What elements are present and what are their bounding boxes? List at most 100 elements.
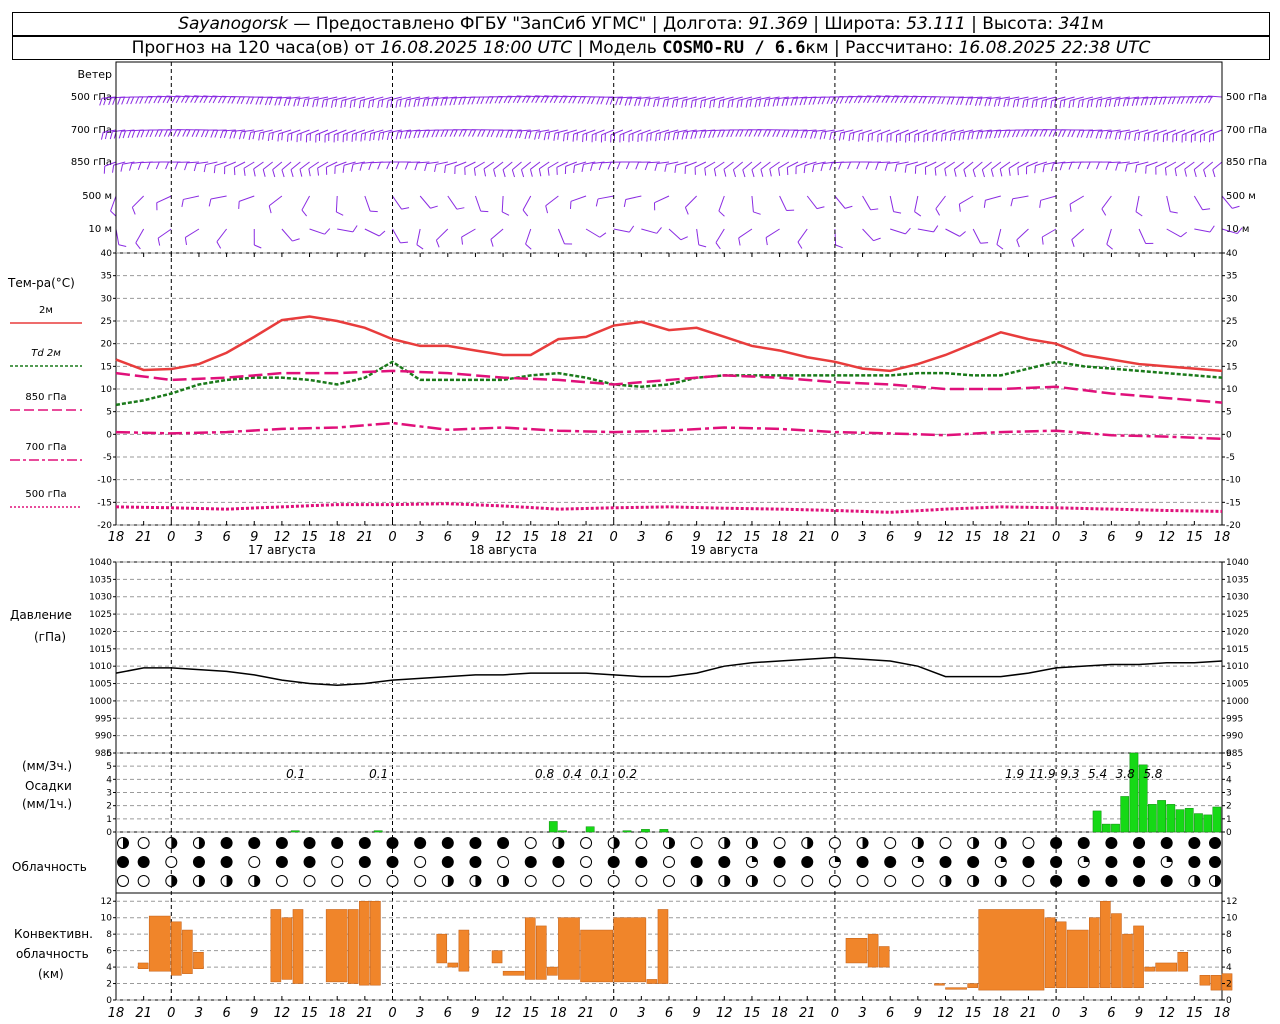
cloud-symbol — [773, 856, 786, 868]
cloud-symbol — [607, 837, 620, 849]
cloud-symbol-fill — [1166, 856, 1173, 862]
wind-barb-flag — [1128, 131, 1131, 140]
wind-barb-flag — [1167, 96, 1172, 105]
hour-label: 0 — [610, 530, 618, 545]
wind-barb-flag — [489, 96, 494, 104]
cloud-symbol-outline — [828, 875, 841, 887]
wind-barb — [1026, 161, 1038, 175]
wind-barb-flag — [1155, 166, 1157, 175]
wind-barb-flag — [399, 99, 402, 107]
wind-barb-flag — [1203, 169, 1207, 178]
wind-barb — [483, 161, 495, 177]
temp-tick-right: -5 — [1226, 453, 1235, 463]
cloud-symbol — [967, 875, 980, 887]
wind-barb-flag — [666, 98, 669, 107]
convective-bar — [945, 987, 967, 990]
wind-barb-flag — [1016, 99, 1020, 107]
hour-label: 21 — [135, 530, 152, 545]
precip-3h-label: 1.9 — [1005, 767, 1024, 781]
wind-barb-flag — [129, 163, 133, 171]
wind-barb-shaft — [490, 228, 504, 240]
wind-barb-flag — [599, 232, 607, 238]
wind-barb-flag — [158, 129, 163, 137]
wind-barb-shaft — [914, 195, 919, 212]
wind-barb-flag — [422, 99, 426, 107]
wind-barb-flag — [607, 162, 612, 170]
hour-label: 21 — [578, 1006, 595, 1021]
wind-barb-flag — [914, 166, 917, 174]
wind-barb — [760, 161, 771, 177]
wind-barb-flag — [1077, 161, 1082, 170]
wind-barb-shaft — [1012, 195, 1029, 200]
wind-barb-flag — [1076, 130, 1081, 138]
wind-barb-flag — [646, 134, 648, 142]
precip-3h-label: 0.8 — [535, 767, 554, 781]
wind-barb-flag — [1095, 99, 1099, 108]
wind-barb-flag — [751, 169, 755, 178]
wind-barb-flag — [766, 129, 772, 137]
wind-barb-flag — [1115, 163, 1119, 171]
wind-barb-flag — [417, 130, 421, 138]
cloud-symbol — [137, 875, 150, 887]
wind-barb-flag — [847, 161, 852, 170]
pressure-tick-right: 1035 — [1226, 575, 1249, 585]
cloud-symbol-outline — [939, 837, 952, 849]
wind-barb — [623, 195, 642, 208]
wind-barb — [935, 195, 946, 216]
pressure-tick-right: 995 — [1226, 714, 1243, 724]
wind-barb-flag — [1041, 236, 1044, 245]
cloud-symbol — [524, 837, 537, 849]
wind-barb-shaft — [985, 195, 1001, 201]
wind-barb-flag — [381, 99, 384, 108]
cloud-symbol-fill — [558, 837, 564, 849]
temp-tick-right: 35 — [1226, 272, 1237, 282]
wind-barb-flag — [662, 99, 666, 108]
wind-barb — [829, 161, 845, 171]
wind-barb-flag — [674, 165, 677, 173]
precip-tick-right: 4 — [1226, 775, 1232, 785]
wind-barb-flag — [1202, 208, 1211, 211]
wind-barb — [1194, 225, 1215, 233]
wind-barb — [522, 195, 532, 217]
wind-barb-shaft — [474, 195, 482, 212]
cloud-symbol — [690, 875, 703, 887]
wind-barb-flag — [953, 132, 956, 140]
wind-barb-flag — [316, 98, 319, 107]
wind-barb — [277, 129, 292, 142]
cloud-symbol — [1160, 875, 1173, 887]
wind-barb — [607, 161, 623, 170]
wind-barb-flag — [378, 230, 386, 237]
wind-barb — [778, 161, 790, 176]
wind-barb-flag — [467, 129, 473, 137]
wind-barb-flag — [305, 134, 308, 143]
wind-barb-flag — [564, 166, 567, 174]
wind-barb-flag — [547, 131, 551, 140]
wind-barb-flag — [342, 134, 344, 143]
wind-barb-flag — [616, 161, 621, 170]
wind-barb-flag — [572, 134, 575, 142]
convective-bar — [845, 938, 868, 964]
wind-barb-flag — [373, 132, 376, 141]
wind-barb-flag — [1090, 99, 1093, 107]
cloud-symbol — [552, 875, 565, 887]
convective-bar — [867, 933, 879, 968]
wind-barb — [981, 161, 992, 178]
hour-label: 3 — [195, 1006, 203, 1021]
wind-barb — [1124, 129, 1140, 141]
wind-barb — [895, 129, 909, 143]
wind-barb-flag — [287, 134, 289, 142]
cloud-symbol-outline — [911, 875, 924, 887]
wind-barb — [272, 161, 283, 178]
wind-barb-flag — [1109, 131, 1113, 139]
wind-barb — [742, 161, 753, 178]
wind-barb — [585, 228, 607, 238]
cloud-symbol-fill — [1078, 875, 1090, 887]
wind-barb-flag — [1016, 239, 1020, 248]
wind-barb-flag — [216, 241, 222, 249]
wind-barb-flag — [875, 162, 879, 171]
wind-barb-flag — [520, 169, 525, 178]
wind-level-label-right: 850 гПа — [1226, 157, 1267, 168]
cloud-symbol-fill — [1000, 856, 1007, 862]
wind-barb-flag — [950, 97, 955, 105]
wind-barb-flag — [369, 133, 372, 142]
